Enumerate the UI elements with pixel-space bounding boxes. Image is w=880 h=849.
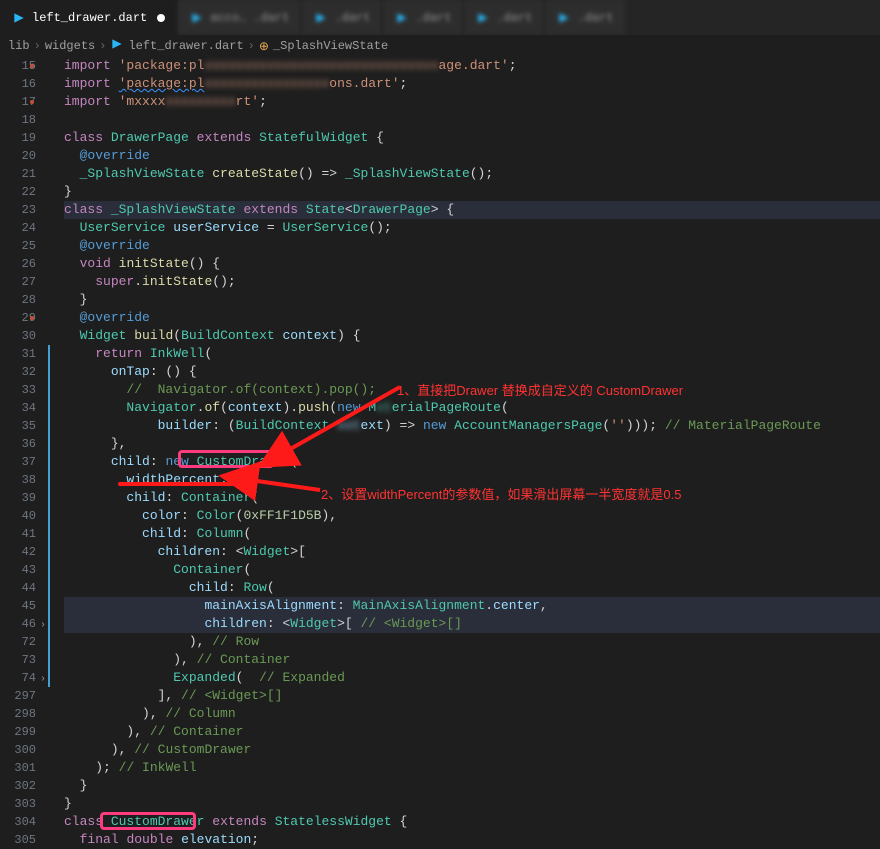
tab-blurred-4[interactable]: .dart <box>464 0 545 35</box>
code-line: import 'mxxxxxxxxxxxxxrt'; <box>64 93 880 111</box>
tab-blurred-5[interactable]: .dart <box>545 0 626 35</box>
breadcrumb-seg: widgets <box>45 39 95 53</box>
code-line: } <box>64 183 880 201</box>
chevron-right-icon: › <box>34 39 41 53</box>
breadcrumb-seg: left_drawer.dart <box>128 39 243 53</box>
code-line <box>64 111 880 129</box>
code-line: widthPercent:0.5, <box>64 471 880 489</box>
dart-icon <box>395 11 409 25</box>
breadcrumb-seg: lib <box>8 39 30 53</box>
code-line: children: <Widget>[ <box>64 543 880 561</box>
breadcrumb-seg: _SplashViewState <box>273 39 388 53</box>
tab-left-drawer[interactable]: left_drawer.dart <box>0 0 178 35</box>
code-line: return InkWell( <box>64 345 880 363</box>
code-line: ], // <Widget>[] <box>64 687 880 705</box>
dart-icon <box>12 11 26 25</box>
dart-icon <box>190 11 204 25</box>
code-line: } <box>64 777 880 795</box>
code-line: void initState() { <box>64 255 880 273</box>
code-line: // Navigator.of(context).pop(); <box>64 381 880 399</box>
code-line: children: <Widget>[ // <Widget>[] <box>64 615 880 633</box>
code-line: ); // InkWell <box>64 759 880 777</box>
chevron-right-icon: › <box>248 39 255 53</box>
code-line: ), // Container <box>64 651 880 669</box>
code-line: @override <box>64 309 880 327</box>
editor-tabs: left_drawer.dart acco… .dart .dart .dart… <box>0 0 880 35</box>
tab-label: .dart <box>496 11 532 25</box>
code-line: ), // Row <box>64 633 880 651</box>
code-line: child: Container( <box>64 489 880 507</box>
code-content[interactable]: import 'package:plxxxxxxxxxxxxxxxxxxxxxx… <box>50 57 880 849</box>
fold-icon[interactable]: › <box>40 671 46 689</box>
code-line: onTap: () { <box>64 363 880 381</box>
code-line: class _SplashViewState extends State<Dra… <box>64 201 880 219</box>
tab-label: .dart <box>415 11 451 25</box>
tab-label: acco… .dart <box>210 11 289 25</box>
tab-blurred-1[interactable]: acco… .dart <box>178 0 302 35</box>
code-line: Navigator.of(context).push(new MxterialP… <box>64 399 880 417</box>
code-line: } <box>64 291 880 309</box>
code-line: Expanded( // Expanded <box>64 669 880 687</box>
code-line: Widget build(BuildContext context) { <box>64 327 880 345</box>
code-line: Container( <box>64 561 880 579</box>
code-line: } <box>64 795 880 813</box>
dart-icon <box>110 37 124 55</box>
code-line: class DrawerPage extends StatefulWidget … <box>64 129 880 147</box>
tab-label: .dart <box>334 11 370 25</box>
tab-blurred-2[interactable]: .dart <box>302 0 383 35</box>
code-line: @override <box>64 237 880 255</box>
code-line: mainAxisAlignment: MainAxisAlignment.cen… <box>64 597 880 615</box>
dart-icon <box>557 11 571 25</box>
code-line: final double elevation; <box>64 831 880 849</box>
code-line: import 'package:plxxxxxxxxxxxxxxxxons.da… <box>64 75 880 93</box>
code-line: ), // Column <box>64 705 880 723</box>
fold-icon[interactable]: › <box>40 617 46 635</box>
tab-label: left_drawer.dart <box>32 11 147 25</box>
code-line: _SplashViewState createState() => _Splas… <box>64 165 880 183</box>
code-line: super.initState(); <box>64 273 880 291</box>
breadcrumb[interactable]: lib › widgets › left_drawer.dart › ⊕ _Sp… <box>0 35 880 57</box>
code-line: child: new CustomDrawer( <box>64 453 880 471</box>
code-line: color: Color(0xFF1F1D5B), <box>64 507 880 525</box>
code-line: builder: (BuildContext xxtext) => new Ac… <box>64 417 880 435</box>
code-line: ), // Container <box>64 723 880 741</box>
chevron-right-icon: › <box>99 39 106 53</box>
code-editor[interactable]: 15 16 17 18 19 20 21 22 23 24 25 26 27 2… <box>0 57 880 849</box>
code-line: child: Column( <box>64 525 880 543</box>
code-line: child: Row( <box>64 579 880 597</box>
dart-icon <box>314 11 328 25</box>
tab-label: .dart <box>577 11 613 25</box>
code-line: ), // CustomDrawer <box>64 741 880 759</box>
code-line: UserService userService = UserService(); <box>64 219 880 237</box>
tab-blurred-3[interactable]: .dart <box>383 0 464 35</box>
code-line: @override <box>64 147 880 165</box>
line-gutter: 15 16 17 18 19 20 21 22 23 24 25 26 27 2… <box>0 57 50 849</box>
code-line: import 'package:plxxxxxxxxxxxxxxxxxxxxxx… <box>64 57 880 75</box>
dart-icon <box>476 11 490 25</box>
annotation-underline <box>118 482 248 486</box>
modified-dot-icon <box>157 14 165 22</box>
class-icon: ⊕ <box>259 39 269 54</box>
code-line: class CustomDrawer extends StatelessWidg… <box>64 813 880 831</box>
code-line: }, <box>64 435 880 453</box>
